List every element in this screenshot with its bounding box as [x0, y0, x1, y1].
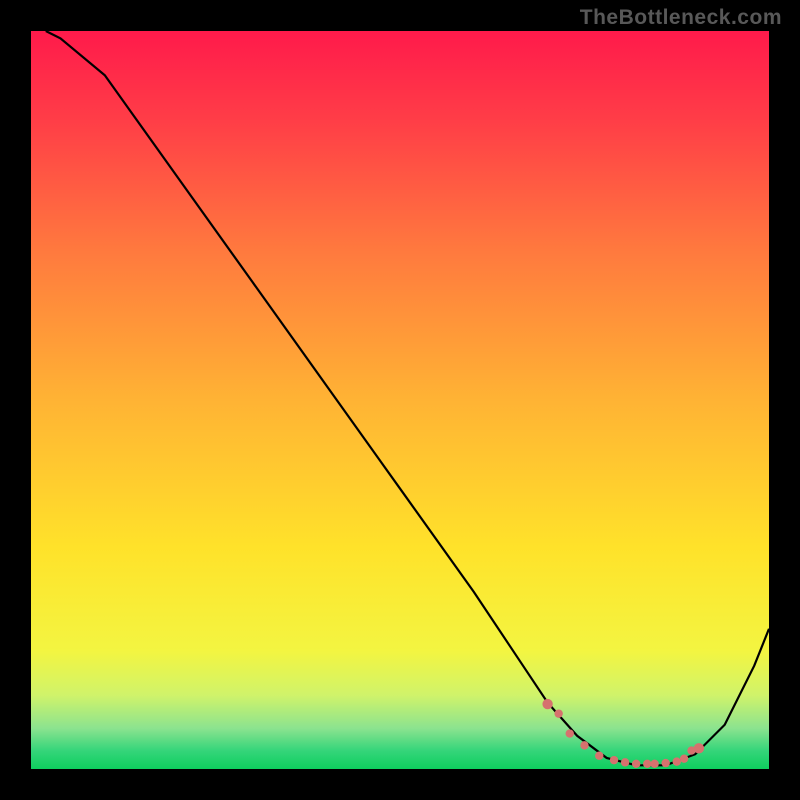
marker-point	[650, 760, 658, 768]
watermark-text: TheBottleneck.com	[580, 6, 782, 30]
marker-point	[643, 760, 651, 768]
marker-point	[580, 741, 588, 749]
marker-point	[632, 760, 640, 768]
marker-point	[554, 709, 562, 717]
chart-background	[31, 31, 769, 769]
marker-point	[566, 729, 574, 737]
marker-point	[595, 752, 603, 760]
marker-point	[694, 743, 704, 753]
marker-point	[673, 757, 681, 765]
marker-point	[542, 699, 552, 709]
marker-point	[661, 759, 669, 767]
bottleneck-chart	[31, 31, 769, 769]
marker-point	[610, 756, 618, 764]
marker-point	[680, 754, 688, 762]
marker-point	[621, 758, 629, 766]
